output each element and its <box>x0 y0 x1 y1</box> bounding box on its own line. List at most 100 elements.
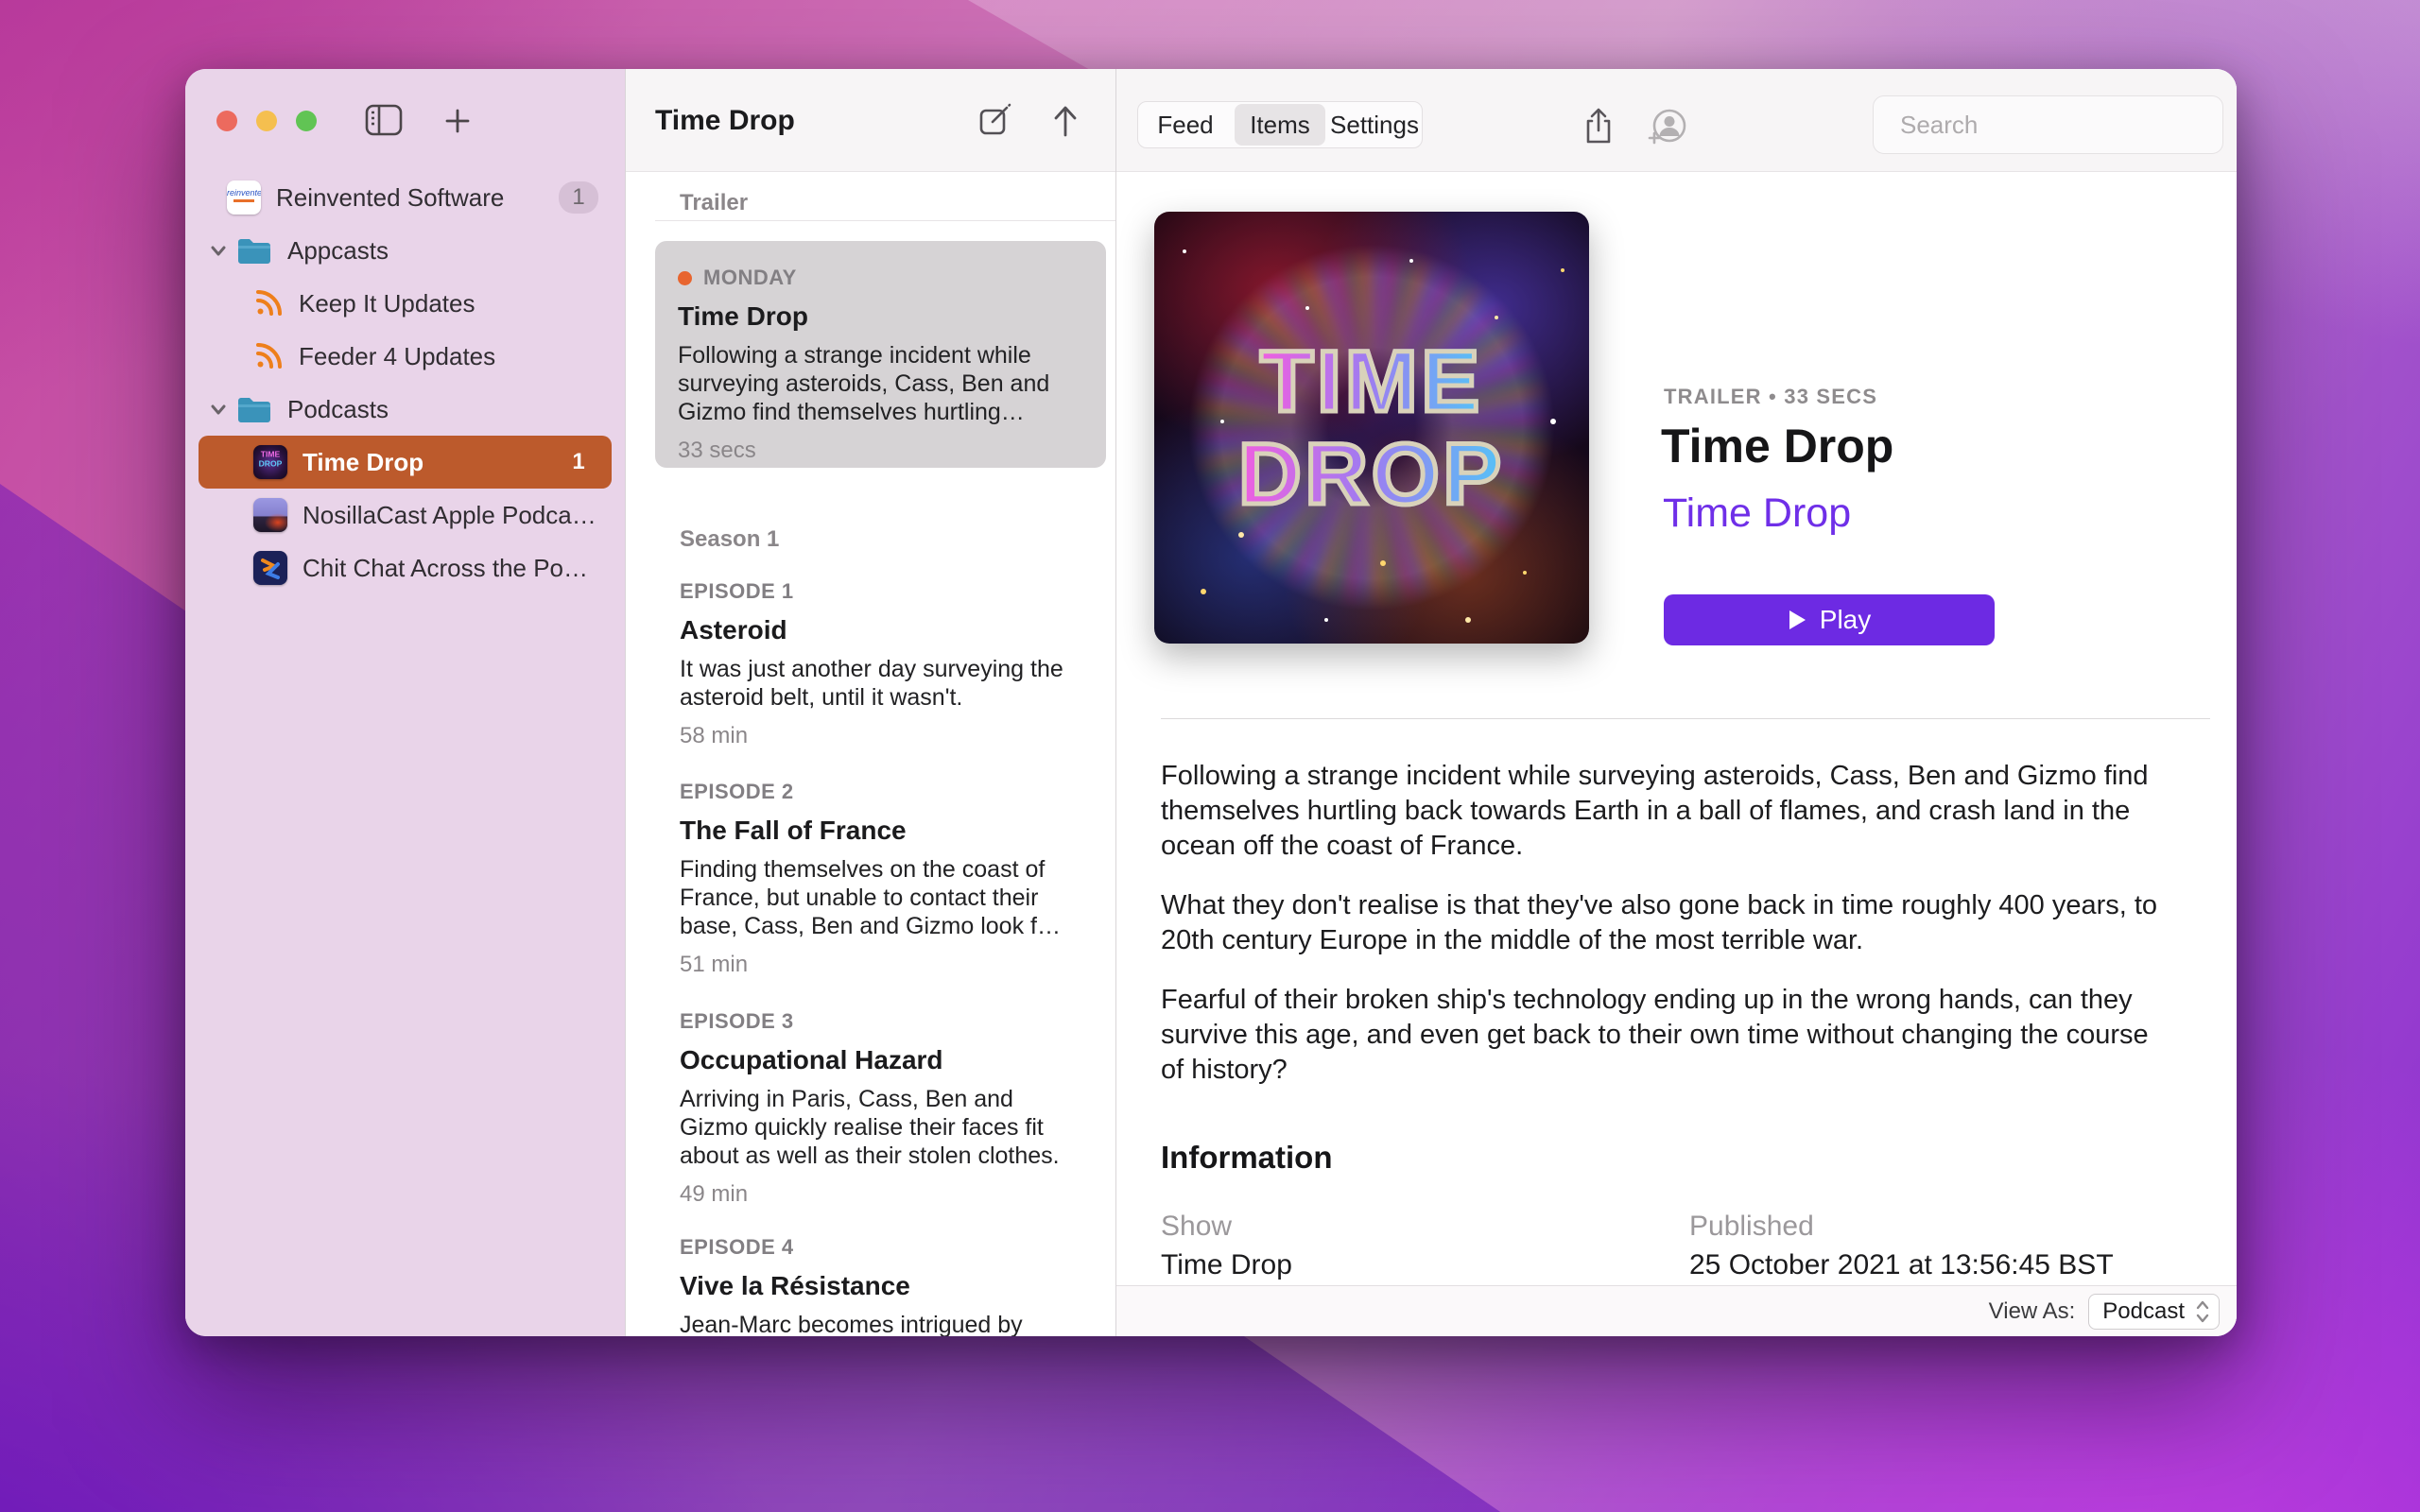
podcast-artwork: TIME DROP <box>1154 212 1589 644</box>
episode-list-item[interactable]: EPISODE 4 Vive la Résistance Jean-Marc b… <box>680 1235 1086 1336</box>
reinvented-software-app-icon: reinvented <box>227 180 261 215</box>
sidebar-item-chit-chat[interactable]: Chit Chat Across the Po… <box>199 541 612 594</box>
description-paragraph: What they don't realise is that they've … <box>1161 890 2158 955</box>
item-title: Time Drop <box>678 301 808 331</box>
view-segmented-control: Feed Items Settings <box>1137 101 1423 148</box>
window-zoom-button[interactable] <box>296 111 317 131</box>
tab-items[interactable]: Items <box>1235 104 1325 146</box>
rss-icon <box>256 290 282 316</box>
sidebar-item-time-drop[interactable]: TIME DROP Time Drop 1 <box>199 436 612 489</box>
sidebar-item-nosillacast[interactable]: NosillaCast Apple Podca… <box>199 489 612 541</box>
sidebar-item-label: Chit Chat Across the Po… <box>302 553 589 582</box>
bottom-bar: View As: Podcast <box>1116 1285 2237 1336</box>
play-triangle-icon <box>1789 610 1806 629</box>
rss-icon <box>256 343 282 369</box>
episode-kicker: EPISODE 2 <box>680 780 794 803</box>
stepper-icon <box>2196 1300 2209 1322</box>
item-description: Jean-Marc becomes intrigued by <box>680 1312 1023 1336</box>
episode-list-item[interactable]: EPISODE 1 Asteroid It was just another d… <box>680 579 1086 749</box>
item-duration: 58 min <box>680 723 749 748</box>
sidebar-item-label: Feeder 4 Updates <box>299 341 496 370</box>
view-as-label: View As: <box>1988 1297 2076 1324</box>
sidebar-item-label: Reinvented Software <box>276 182 505 212</box>
main-toolbar: Feed Items Settings <box>1116 69 2237 172</box>
episode-kicker: EPISODE 1 <box>680 579 794 603</box>
play-button-label: Play <box>1819 605 1872 634</box>
app-window: reinvented Reinvented Software 1 Appcast… <box>185 69 2237 1336</box>
unread-count-badge: 1 <box>572 449 585 474</box>
sidebar-item-feeder-4-updates[interactable]: Feeder 4 Updates <box>199 330 612 383</box>
unread-dot-icon <box>678 270 692 285</box>
sidebar-item-appcasts[interactable]: Appcasts <box>199 224 612 277</box>
item-day-label: MONDAY <box>703 266 797 289</box>
tab-settings[interactable]: Settings <box>1329 104 1420 146</box>
detail-title: Time Drop <box>1661 420 1894 472</box>
nosillacast-artwork-thumbnail <box>253 498 287 532</box>
list-pane-header: Time Drop <box>626 69 1115 172</box>
list-pane-title: Time Drop <box>655 104 795 136</box>
play-button[interactable]: Play <box>1664 594 1995 645</box>
item-title: Occupational Hazard <box>680 1045 943 1074</box>
search-input[interactable] <box>1900 110 2217 140</box>
detail-kicker: TRAILER • 33 SECS <box>1664 385 1878 408</box>
description-paragraph: Fearful of their broken ship's technolog… <box>1161 985 2149 1085</box>
view-as-dropdown[interactable]: Podcast <box>2088 1293 2220 1330</box>
sidebar-item-reinvented-software[interactable]: reinvented Reinvented Software 1 <box>199 171 612 224</box>
upload-arrow-icon[interactable] <box>1049 103 1081 139</box>
chevron-down-icon[interactable] <box>206 397 231 421</box>
item-duration: 49 min <box>680 1181 749 1207</box>
search-field[interactable] <box>1873 95 2223 154</box>
sidebar-feed-list: reinvented Reinvented Software 1 Appcast… <box>199 171 612 594</box>
information-heading: Information <box>1161 1140 1333 1175</box>
item-description: Arriving in Paris, Cass, Ben and Gizmo q… <box>680 1086 1060 1169</box>
episode-kicker: EPISODE 4 <box>680 1235 794 1259</box>
item-description: Finding themselves on the coast of Franc… <box>680 856 1061 939</box>
sidebar-toggle-icon[interactable] <box>365 104 403 136</box>
artwork-title-line2: DROP <box>1236 425 1505 523</box>
show-link[interactable]: Time Drop <box>1663 490 1851 537</box>
add-feed-button[interactable] <box>442 106 473 136</box>
compose-icon[interactable] <box>977 103 1013 139</box>
info-field-label: Published <box>1689 1211 1814 1242</box>
view-as-value: Podcast <box>2102 1297 2185 1324</box>
divider <box>655 220 1115 221</box>
artwork-title-line1: TIME <box>1258 333 1483 430</box>
share-icon[interactable] <box>1582 108 1616 146</box>
sidebar-item-keep-it-updates[interactable]: Keep It Updates <box>199 277 612 330</box>
tab-feed[interactable]: Feed <box>1140 104 1231 146</box>
divider <box>1161 718 2210 719</box>
unread-count-badge: 1 <box>559 181 598 214</box>
episode-kicker: EPISODE 3 <box>680 1009 794 1033</box>
item-duration: 51 min <box>680 952 749 977</box>
item-title: The Fall of France <box>680 816 907 845</box>
chit-chat-artwork-thumbnail <box>253 551 287 585</box>
info-field-value: Time Drop <box>1161 1249 1292 1280</box>
episode-list-item[interactable]: EPISODE 2 The Fall of France Finding the… <box>680 780 1086 978</box>
episode-list-item[interactable]: EPISODE 3 Occupational Hazard Arriving i… <box>680 1009 1086 1208</box>
chevron-down-icon[interactable] <box>206 238 231 263</box>
folder-icon <box>238 239 270 264</box>
item-title: Asteroid <box>680 615 787 644</box>
add-person-icon[interactable] <box>1648 108 1687 146</box>
sidebar-item-label: Appcasts <box>287 235 389 265</box>
section-label-season: Season 1 <box>680 526 780 552</box>
folder-icon <box>238 398 270 422</box>
item-title: Vive la Résistance <box>680 1271 910 1300</box>
window-close-button[interactable] <box>216 111 237 131</box>
description-paragraph: Following a strange incident while surve… <box>1161 761 2149 861</box>
item-duration: 33 secs <box>678 438 756 463</box>
window-minimize-button[interactable] <box>256 111 277 131</box>
section-label-trailer: Trailer <box>680 190 749 215</box>
item-description: Following a strange incident while surve… <box>678 342 1050 425</box>
detail-pane: Feed Items Settings Search TIME DROP TRA… <box>1116 69 2237 1336</box>
sidebar: reinvented Reinvented Software 1 Appcast… <box>185 69 625 1336</box>
sidebar-item-label: Keep It Updates <box>299 288 475 318</box>
sidebar-item-label: Time Drop <box>302 447 424 476</box>
time-drop-artwork-thumbnail: TIME DROP <box>253 445 287 479</box>
sidebar-item-podcasts[interactable]: Podcasts <box>199 383 612 436</box>
episode-list-pane: Time Drop Trailer MONDAY Time Drop Follo… <box>625 69 1116 1336</box>
info-field-value: 25 October 2021 at 13:56:45 BST <box>1689 1249 2114 1280</box>
sidebar-item-label: NosillaCast Apple Podca… <box>302 500 596 529</box>
trailer-list-item[interactable]: MONDAY Time Drop Following a strange inc… <box>655 241 1106 468</box>
info-field-label: Show <box>1161 1211 1233 1242</box>
